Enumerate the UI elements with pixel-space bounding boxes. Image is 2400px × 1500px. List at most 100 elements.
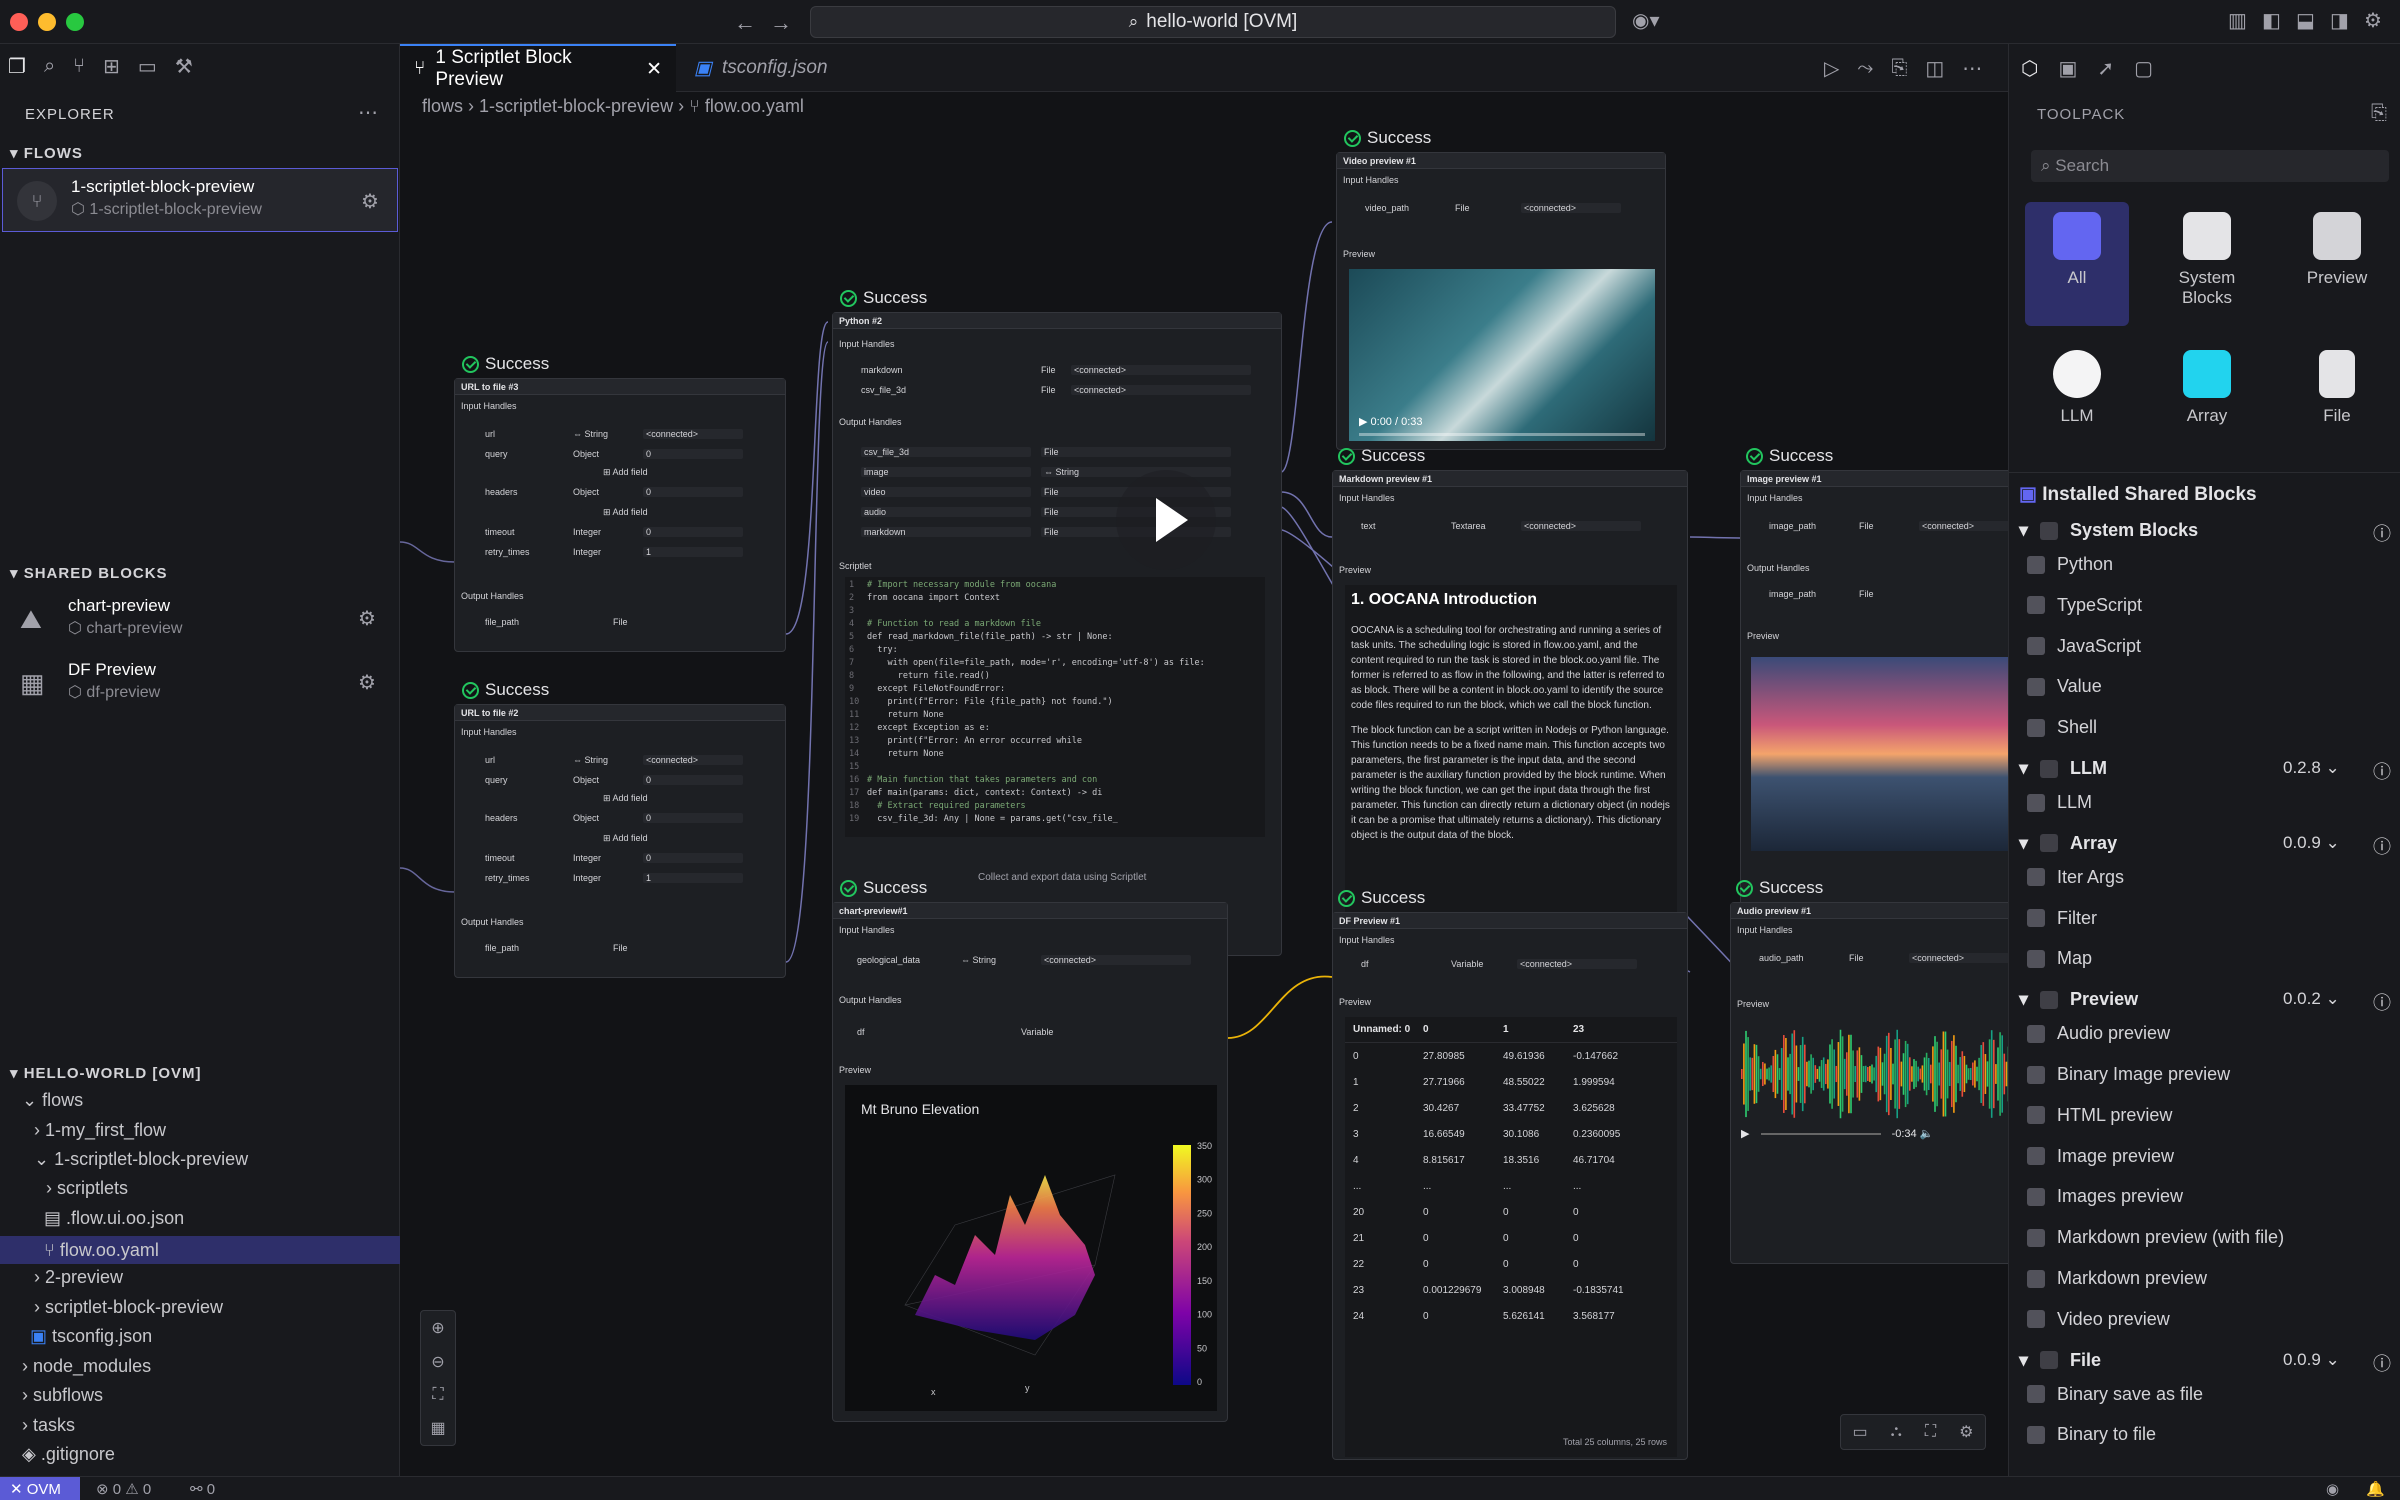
block-item[interactable]: Binary save as file [2027, 1384, 2203, 1405]
zoom-in-icon[interactable]: ⊕ [431, 1318, 444, 1338]
search-icon[interactable]: ⌕ [44, 54, 55, 79]
info-icon[interactable]: ⓘ [2373, 989, 2391, 1015]
node-audio-preview-1[interactable]: Audio preview #1 Input Handles audio_pat… [1730, 902, 2008, 1264]
shared-blocks-header[interactable]: ▾ SHARED BLOCKS [10, 564, 168, 582]
tab-scriptlet-block-preview[interactable]: ⑂ 1 Scriptlet Block Preview ✕ [400, 44, 676, 92]
group-header[interactable]: ▾ File [2019, 1350, 2101, 1371]
back-arrow-icon[interactable]: ← [734, 10, 756, 36]
block-item[interactable]: Binary Image preview [2027, 1064, 2230, 1085]
toolpack-search-input[interactable]: ⌕ Search [2031, 150, 2389, 182]
split-editor-icon[interactable]: ◫ [1925, 56, 1944, 81]
tree-item-2-preview[interactable]: › 2-preview [34, 1267, 123, 1288]
tool-system-blocks[interactable]: System Blocks [2155, 202, 2259, 326]
block-item[interactable]: Binary to file [2027, 1424, 2156, 1445]
tool-file[interactable]: File [2285, 340, 2389, 464]
node-df-preview-1[interactable]: DF Preview #1 Input Handles df Variable <c… [1332, 912, 1688, 1460]
toggle-primary-sidebar-icon[interactable]: ▥ [2228, 8, 2247, 33]
tree-item-scriptlet-block-preview[interactable]: › scriptlet-block-preview [34, 1297, 223, 1318]
project-header[interactable]: ▾ HELLO-WORLD [OVM] [10, 1064, 202, 1082]
layout-right-icon[interactable]: ◨ [2330, 8, 2349, 33]
block-item[interactable]: LLM [2027, 792, 2092, 813]
shared-block-chart-preview[interactable]: ⛰ chart-preview ⬡ chart-preview ⚙ [0, 590, 400, 650]
node-chart-preview-1[interactable]: chart-preview#1 Input Handles geological… [832, 902, 1228, 1422]
close-icon[interactable]: ✕ [646, 58, 662, 81]
tree-item-tasks[interactable]: › tasks [22, 1415, 75, 1436]
tree-item-gitignore[interactable]: ◈ .gitignore [22, 1444, 115, 1465]
more-icon[interactable]: ⋯ [1962, 56, 1982, 81]
node-url-to-file-2[interactable]: URL to file #2 Input Handles url ⇔ String… [454, 704, 786, 978]
version-select[interactable]: 0.0.2 ⌄ [2283, 989, 2340, 1009]
toggle-panel-icon[interactable]: ⬓ [2296, 8, 2315, 33]
copilot-icon[interactable]: ◉▾ [1632, 8, 1660, 33]
settings-gear-icon[interactable]: ⚙ [2364, 8, 2382, 33]
audio-controls[interactable]: ▶ -0:34 🔈 [1741, 1127, 1933, 1140]
block-item[interactable]: Audio preview [2027, 1023, 2170, 1044]
tool-llm[interactable]: LLM [2025, 340, 2129, 464]
tree-item-subflows[interactable]: › subflows [22, 1385, 103, 1406]
tree-item-flow-oo-yaml-selected[interactable]: ⑂ flow.oo.yaml [0, 1236, 400, 1264]
cube-icon[interactable]: ⬡ [2021, 56, 2038, 81]
flow-canvas[interactable]: flows › 1-scriptlet-block-preview › ⑂ fl… [400, 92, 2008, 1476]
tree-item-1-my-first-flow[interactable]: › 1-my_first_flow [34, 1120, 166, 1141]
group-header[interactable]: ▾ System Blocks [2019, 520, 2198, 541]
block-item[interactable]: Shell [2027, 717, 2097, 738]
group-header[interactable]: ▾ Array [2019, 833, 2117, 854]
ports-indicator[interactable]: ⚯ 0 [190, 1480, 215, 1498]
tree-item-scriptlets[interactable]: › scriptlets [46, 1178, 128, 1199]
gear-icon[interactable]: ⚙ [361, 189, 379, 214]
tree-item-node-modules[interactable]: › node_modules [22, 1356, 151, 1377]
gear-icon[interactable]: ⚙ [358, 606, 376, 631]
open-file-icon[interactable]: ⎘ [1891, 56, 1907, 81]
block-item[interactable]: Iter Args [2027, 867, 2124, 888]
block-item[interactable]: HTML preview [2027, 1105, 2172, 1126]
block-item[interactable]: Value [2027, 676, 2102, 697]
command-center-search[interactable]: ⌕ hello-world [OVM] [810, 6, 1616, 38]
block-item[interactable]: Filter [2027, 908, 2097, 929]
block-item[interactable]: Video preview [2027, 1309, 2170, 1330]
tool-preview[interactable]: Preview [2285, 202, 2389, 326]
video-player[interactable]: ▶ 0:00 / 0:33 [1349, 269, 1655, 441]
tree-item-flows[interactable]: ⌄ flows [22, 1090, 83, 1111]
run-icon[interactable]: ▷ [1824, 56, 1839, 81]
folder-icon[interactable]: ▭ [138, 54, 157, 79]
play-button[interactable] [1116, 470, 1216, 570]
new-file-icon[interactable]: ⎘ [2371, 102, 2387, 125]
group-header[interactable]: ▾ Preview [2019, 989, 2138, 1010]
flows-section-header[interactable]: ▾ FLOWS [10, 144, 83, 162]
minimize-window-button[interactable] [38, 13, 56, 31]
node-url-to-file-3[interactable]: URL to file #3 Input Handles url ⇔ String… [454, 378, 786, 652]
source-control-icon[interactable]: ⑂ [73, 54, 85, 79]
version-select[interactable]: 0.0.9 ⌄ [2283, 833, 2340, 853]
bell-icon[interactable]: 🔔 [2366, 1480, 2385, 1498]
block-item[interactable]: Images preview [2027, 1186, 2183, 1207]
tree-item-1-scriptlet-block-preview[interactable]: ⌄ 1-scriptlet-block-preview [34, 1149, 248, 1170]
video-progress[interactable] [1359, 433, 1645, 436]
info-icon[interactable]: ⓘ [2373, 1350, 2391, 1376]
block-item[interactable]: Markdown preview (with file) [2027, 1227, 2284, 1248]
block-item[interactable]: Markdown preview [2027, 1268, 2207, 1289]
tool-array[interactable]: Array [2155, 340, 2259, 464]
fullscreen-icon[interactable]: ⛶ [1925, 1423, 1936, 1441]
gear-icon[interactable]: ⚙ [1959, 1422, 1973, 1442]
maximize-window-button[interactable] [66, 13, 84, 31]
problems-indicator[interactable]: ⊗ 0 ⚠ 0 [96, 1480, 151, 1498]
copilot-icon[interactable]: ◉ [2326, 1480, 2339, 1498]
map-icon[interactable]: ⛬ [1891, 1423, 1902, 1441]
lock-icon[interactable]: ▦ [430, 1418, 445, 1438]
shared-block-df-preview[interactable]: ▦ DF Preview ⬡ df-preview ⚙ [0, 654, 400, 714]
wrench-icon[interactable]: ⚒ [175, 54, 193, 79]
zoom-out-icon[interactable]: ⊖ [431, 1352, 444, 1372]
package-icon[interactable]: ▣ [2058, 56, 2077, 81]
extensions-icon[interactable]: ⊞ [103, 54, 120, 79]
rocket-icon[interactable]: ➚ [2097, 56, 2114, 81]
flow-item-selected[interactable]: ⑂ 1-scriptlet-block-preview ⬡ 1-scriptle… [2, 168, 398, 232]
group-header[interactable]: ▾ LLM [2019, 758, 2107, 779]
close-window-button[interactable] [10, 13, 28, 31]
fit-view-icon[interactable]: ⛶ [432, 1386, 443, 1404]
block-item[interactable]: Map [2027, 948, 2092, 969]
tree-item-tsconfig[interactable]: ▣ tsconfig.json [30, 1326, 152, 1347]
layout-left-icon[interactable]: ◧ [2262, 8, 2281, 33]
tab-tsconfig[interactable]: ▣ tsconfig.json [680, 44, 870, 92]
info-icon[interactable]: ⓘ [2373, 758, 2391, 784]
node-video-preview-1[interactable]: Video preview #1 Input Handles video_pat… [1336, 152, 1666, 450]
